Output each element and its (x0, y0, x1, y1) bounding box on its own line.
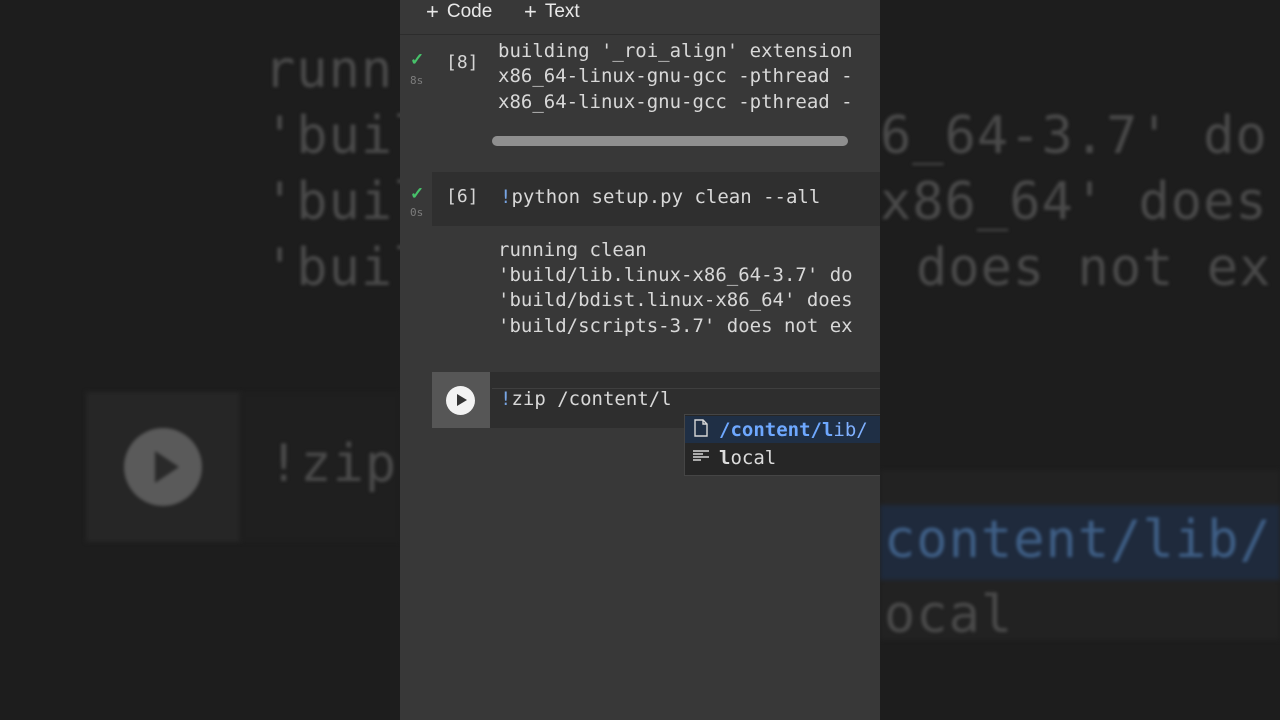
suggestion-item-local[interactable]: local (685, 444, 880, 471)
run-cell-area[interactable] (432, 372, 490, 428)
add-code-label: Code (446, 1, 493, 22)
output-line: running clean (498, 239, 647, 261)
bg-text-line: runn (264, 40, 394, 100)
exec-time: 8s (410, 74, 424, 87)
play-icon[interactable] (446, 386, 475, 415)
cell-8-gutter: ✓ 8s [8] (400, 40, 490, 130)
bg-suggest-text: content/lib/ (884, 510, 1272, 570)
cell-6-gutter: ✓ 0s [6] (400, 172, 490, 232)
notebook-toolbar: + Code + Text (400, 0, 880, 35)
bg-text-line: x86_64' does (880, 172, 1268, 232)
shell-bang: ! (500, 388, 512, 410)
blurred-background-left: runn 'buil 'buil 'buil !zip (0, 0, 400, 720)
output-line: 'build/bdist.linux-x86_64' does (498, 289, 853, 311)
code-text: zip /content/l (511, 388, 672, 410)
code-line[interactable]: !python setup.py clean --all (500, 186, 820, 208)
output-line: building '_roi_align' extension (498, 40, 853, 62)
exec-time: 0s (410, 206, 424, 219)
output-line: 'build/scripts-3.7' does not ex (498, 315, 853, 337)
suggestion-item-content-lib[interactable]: /content/lib/ (685, 416, 880, 443)
add-text-button[interactable]: + Text (524, 0, 580, 24)
bg-suggest-text: ocal (884, 585, 1014, 645)
exec-count: [6] (446, 186, 479, 207)
bg-text-line: does not ex (916, 238, 1272, 298)
bg-text-line: 'buil (264, 172, 400, 232)
plus-icon: + (426, 0, 439, 24)
code-text: python setup.py clean --all (511, 186, 821, 208)
shell-bang: ! (500, 186, 512, 208)
check-icon: ✓ (410, 50, 425, 69)
output-line: x86_64-linux-gnu-gcc -pthread - (498, 65, 853, 87)
file-icon (691, 418, 711, 441)
horizontal-scrollbar[interactable] (492, 136, 848, 146)
plus-icon: + (524, 0, 537, 24)
autocomplete-popup: /content/lib/ local (684, 414, 880, 476)
add-code-button[interactable]: + Code (426, 0, 492, 24)
blurred-background-right: 6_64-3.7' do x86_64' does does not ex co… (880, 0, 1280, 720)
bg-text-line: 'buil (264, 106, 400, 166)
text-icon (691, 449, 711, 467)
output-line: x86_64-linux-gnu-gcc -pthread - (498, 91, 853, 113)
suggestion-label: local (719, 446, 777, 469)
bg-code-text: !zip (268, 434, 398, 494)
bg-play-icon (124, 428, 202, 506)
bg-text-line: 'buil (264, 238, 400, 298)
add-text-label: Text (544, 1, 580, 22)
notebook-panel: + Code + Text ✓ 8s [8] building '_roi_al… (400, 0, 880, 720)
suggestion-label: /content/lib/ (719, 418, 868, 441)
scrollbar-thumb[interactable] (492, 136, 848, 146)
active-code-line[interactable]: !zip /content/l (500, 388, 672, 410)
bg-text-line: 6_64-3.7' do (880, 106, 1268, 166)
output-line: 'build/lib.linux-x86_64-3.7' do (498, 264, 853, 286)
exec-count: [8] (446, 52, 479, 73)
check-icon: ✓ (410, 184, 425, 203)
